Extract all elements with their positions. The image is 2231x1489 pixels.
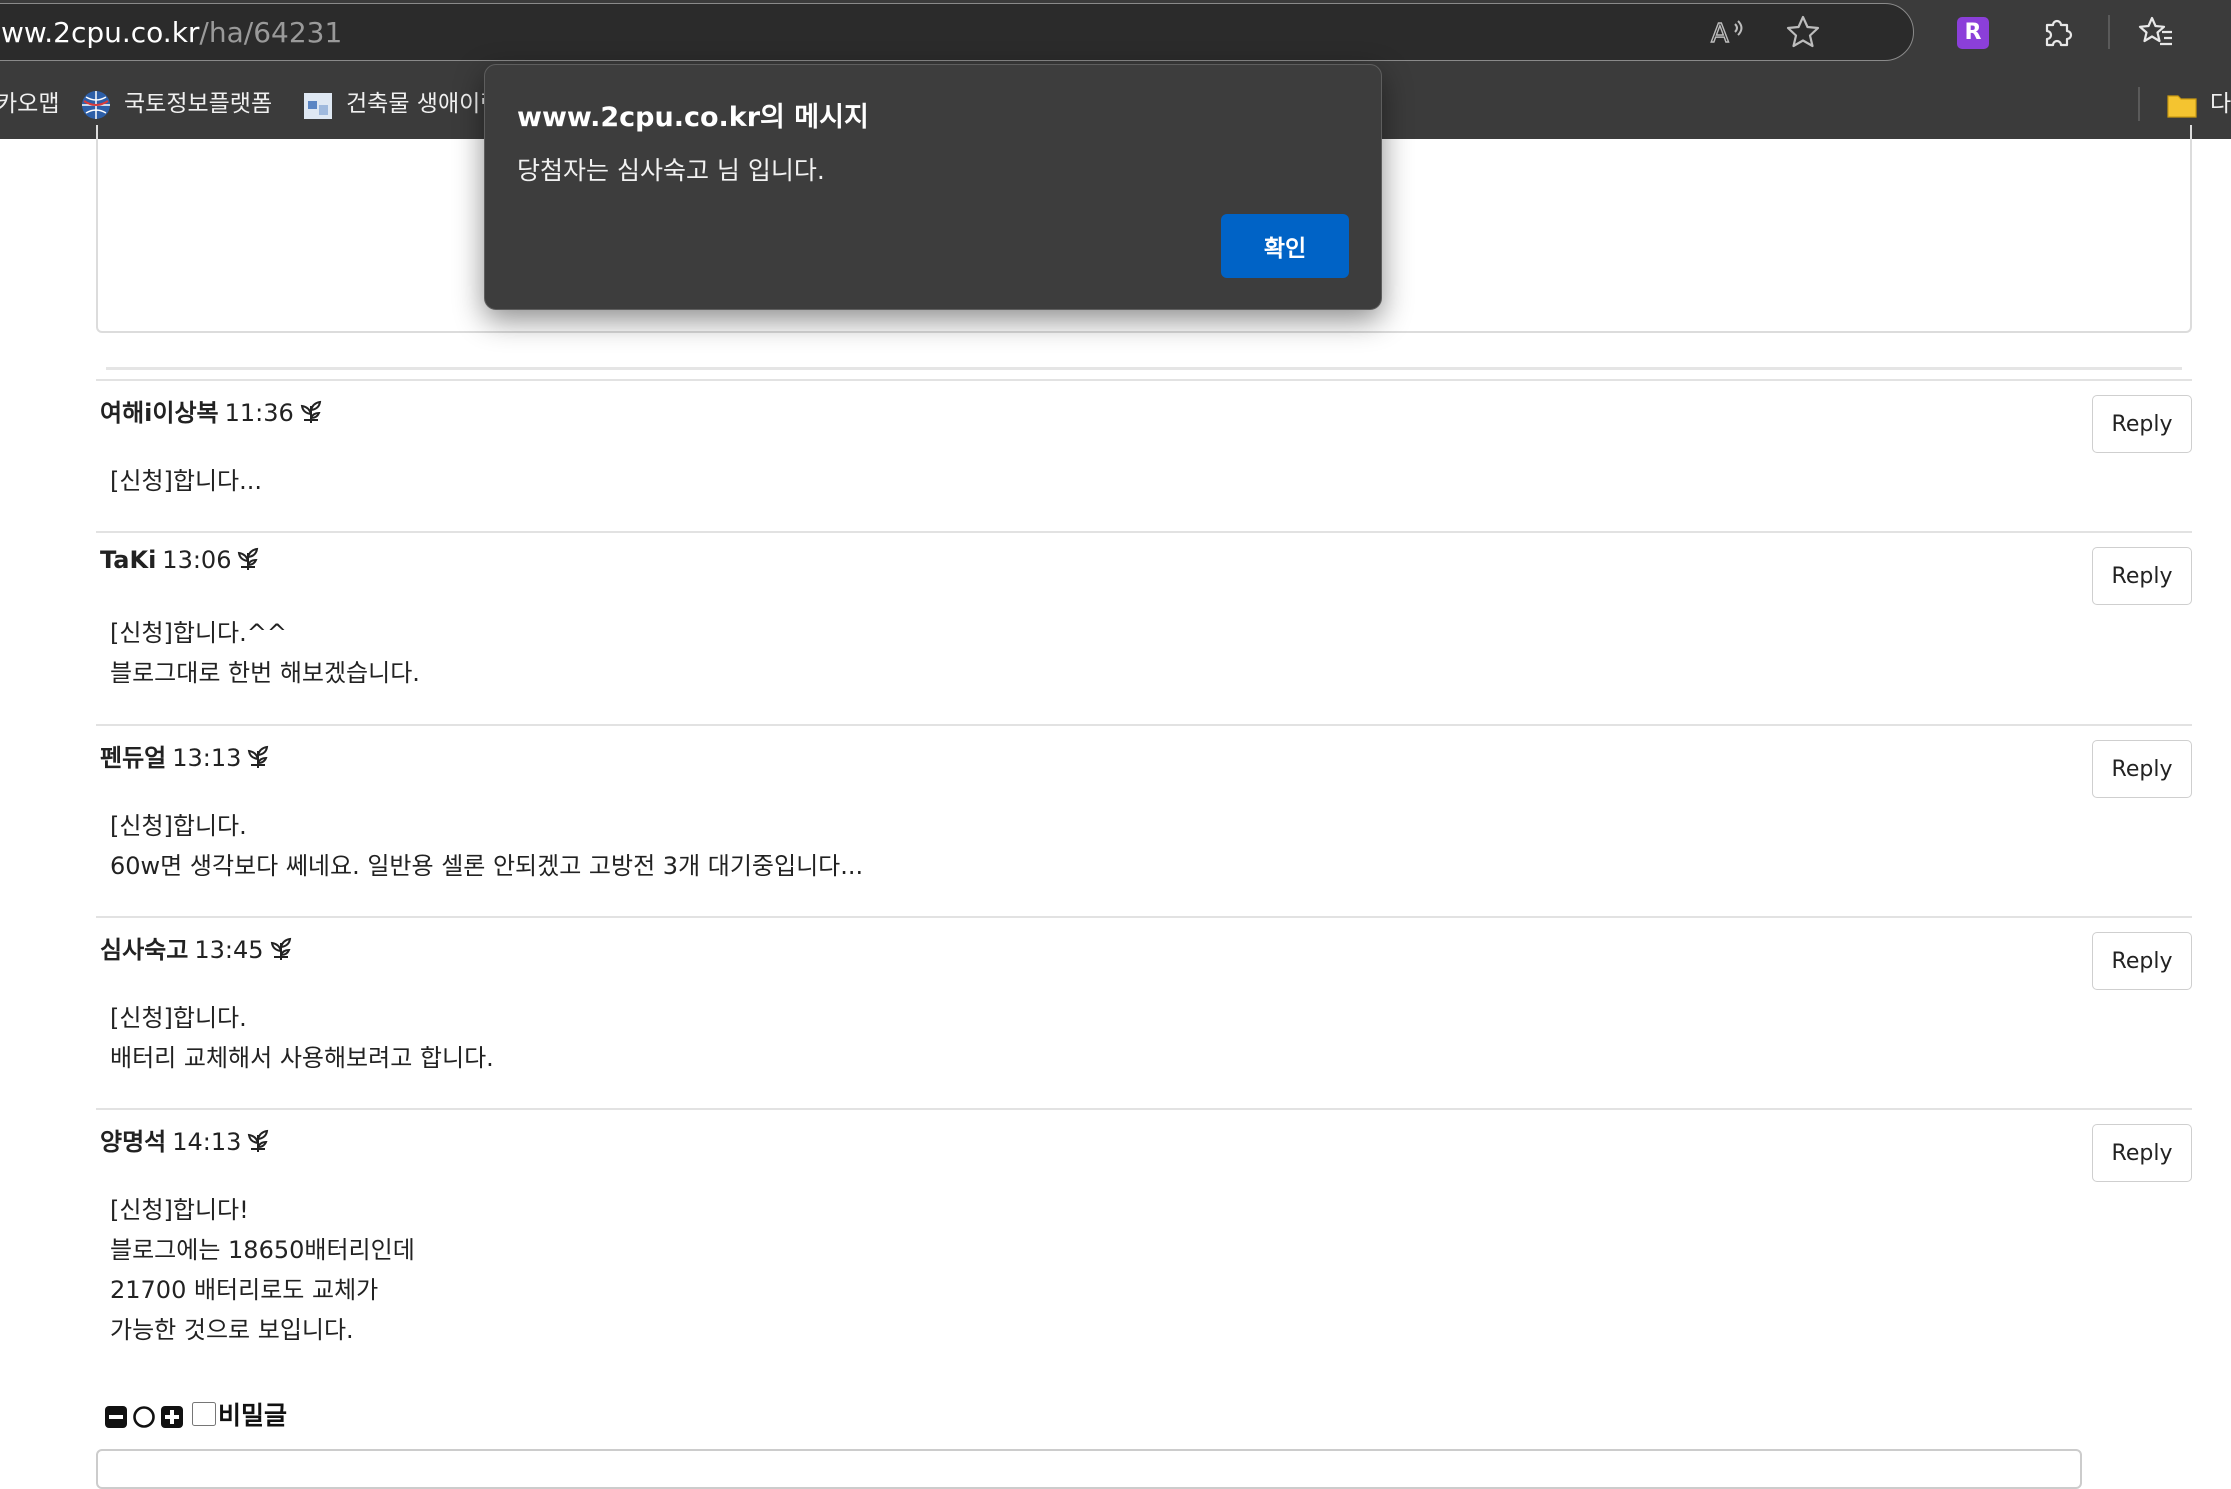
comment-item: 펜듀얼 13:13 [신청]합니다. 60w면 생각보다 쎄네요. 일반용 셀론 안… xyxy=(96,724,2192,916)
folder-icon xyxy=(2167,94,2197,118)
reply-button[interactable]: Reply xyxy=(2092,740,2192,798)
comment-header: 심사숙고 13:45 xyxy=(100,930,292,965)
comment-header: TaKi 13:06 xyxy=(100,545,259,574)
extensions-puzzle-icon[interactable] xyxy=(2040,14,2076,50)
secret-label: 비밀글 xyxy=(218,1401,288,1430)
address-bar[interactable]: ww.2cpu.co.kr/ha/64231 A xyxy=(0,3,1914,61)
profile-avatar[interactable]: R xyxy=(1957,17,1989,49)
comment-item: 양명석 14:13 [신청]합니다! 블로그에는 18650배터리인데 21700 배… xyxy=(96,1108,2192,1378)
ok-button[interactable]: 확인 xyxy=(1221,214,1349,278)
leaf-icon xyxy=(248,745,269,768)
toolbar-separator xyxy=(2108,15,2110,49)
reply-button[interactable]: Reply xyxy=(2092,1124,2192,1182)
dialog-message: 당첨자는 심사숙고 님 입니다. xyxy=(517,156,825,185)
circle-icon[interactable] xyxy=(132,1405,156,1429)
comment-author[interactable]: 심사숙고 xyxy=(100,936,188,964)
comment-time: 14:13 xyxy=(172,1128,242,1156)
svg-text:A: A xyxy=(1711,19,1729,49)
comment-author[interactable]: 양명석 xyxy=(100,1128,166,1156)
read-aloud-icon[interactable]: A xyxy=(1709,14,1745,50)
comment-textarea[interactable] xyxy=(96,1449,2082,1489)
reply-button[interactable]: Reply xyxy=(2092,547,2192,605)
alert-dialog: www.2cpu.co.kr의 메시지 당첨자는 심사숙고 님 입니다. 확인 xyxy=(484,64,1382,310)
bookmark-building-history[interactable]: 건축물 생애이력 xyxy=(302,84,501,124)
comment-item: 여해i이상복 11:36 [신청]합니다... Reply xyxy=(96,379,2192,531)
comment-author[interactable]: TaKi xyxy=(100,546,156,574)
leaf-icon xyxy=(248,1129,269,1152)
comment-text: [신청]합니다.^^ 블로그대로 한번 해보겠습니다. xyxy=(110,619,420,687)
comment-text: [신청]합니다. 배터리 교체해서 사용해보려고 합니다. xyxy=(110,1004,494,1072)
leaf-icon xyxy=(300,400,321,423)
comment-time: 13:13 xyxy=(172,744,242,772)
comment-time: 13:45 xyxy=(194,936,264,964)
bookmark-folder[interactable]: 다 xyxy=(2166,84,2231,124)
favorites-list-icon[interactable] xyxy=(2138,14,2174,50)
reply-button[interactable]: Reply xyxy=(2092,932,2192,990)
favorite-star-icon[interactable] xyxy=(1785,14,1821,50)
leaf-icon xyxy=(270,937,291,960)
reply-button[interactable]: Reply xyxy=(2092,395,2192,453)
comments-divider xyxy=(106,367,2182,370)
minus-box-icon[interactable] xyxy=(104,1405,128,1429)
globe-icon xyxy=(82,90,110,119)
bookmark-kakaomap[interactable]: 카오맵 xyxy=(0,84,59,124)
comment-text: [신청]합니다... xyxy=(110,467,263,495)
leaf-icon xyxy=(238,547,259,570)
comment-author[interactable]: 펜듀얼 xyxy=(100,744,166,772)
dialog-title: www.2cpu.co.kr의 메시지 xyxy=(517,102,869,133)
comment-author[interactable]: 여해i이상복 xyxy=(100,399,219,427)
secret-checkbox[interactable] xyxy=(192,1402,216,1426)
comment-toolbar: 비밀글 xyxy=(104,1396,287,1432)
comment-header: 여해i이상복 11:36 xyxy=(100,393,322,428)
comment-header: 펜듀얼 13:13 xyxy=(100,738,269,773)
bookmarks-separator xyxy=(2138,87,2140,121)
plus-box-icon[interactable] xyxy=(160,1405,184,1429)
comment-time: 13:06 xyxy=(162,546,232,574)
comment-time: 11:36 xyxy=(224,399,294,427)
comment-item: TaKi 13:06 [신청]합니다.^^ 블로그대로 한번 해보겠습니다. Rep… xyxy=(96,531,2192,724)
comment-item: 심사숙고 13:45 [신청]합니다. 배터리 교체해서 사용해보려고 합니다. R… xyxy=(96,916,2192,1108)
comment-text: [신청]합니다. 60w면 생각보다 쎄네요. 일반용 셀론 안되겠고 고방전 3… xyxy=(110,812,864,880)
bookmark-national-land-platform[interactable]: 국토정보플랫폼 xyxy=(80,84,272,124)
building-icon xyxy=(304,92,332,119)
comment-text: [신청]합니다! 블로그에는 18650배터리인데 21700 배터리로도 교체가 가… xyxy=(110,1196,415,1344)
comment-header: 양명석 14:13 xyxy=(100,1122,269,1157)
url-text: ww.2cpu.co.kr/ha/64231 xyxy=(1,16,343,49)
